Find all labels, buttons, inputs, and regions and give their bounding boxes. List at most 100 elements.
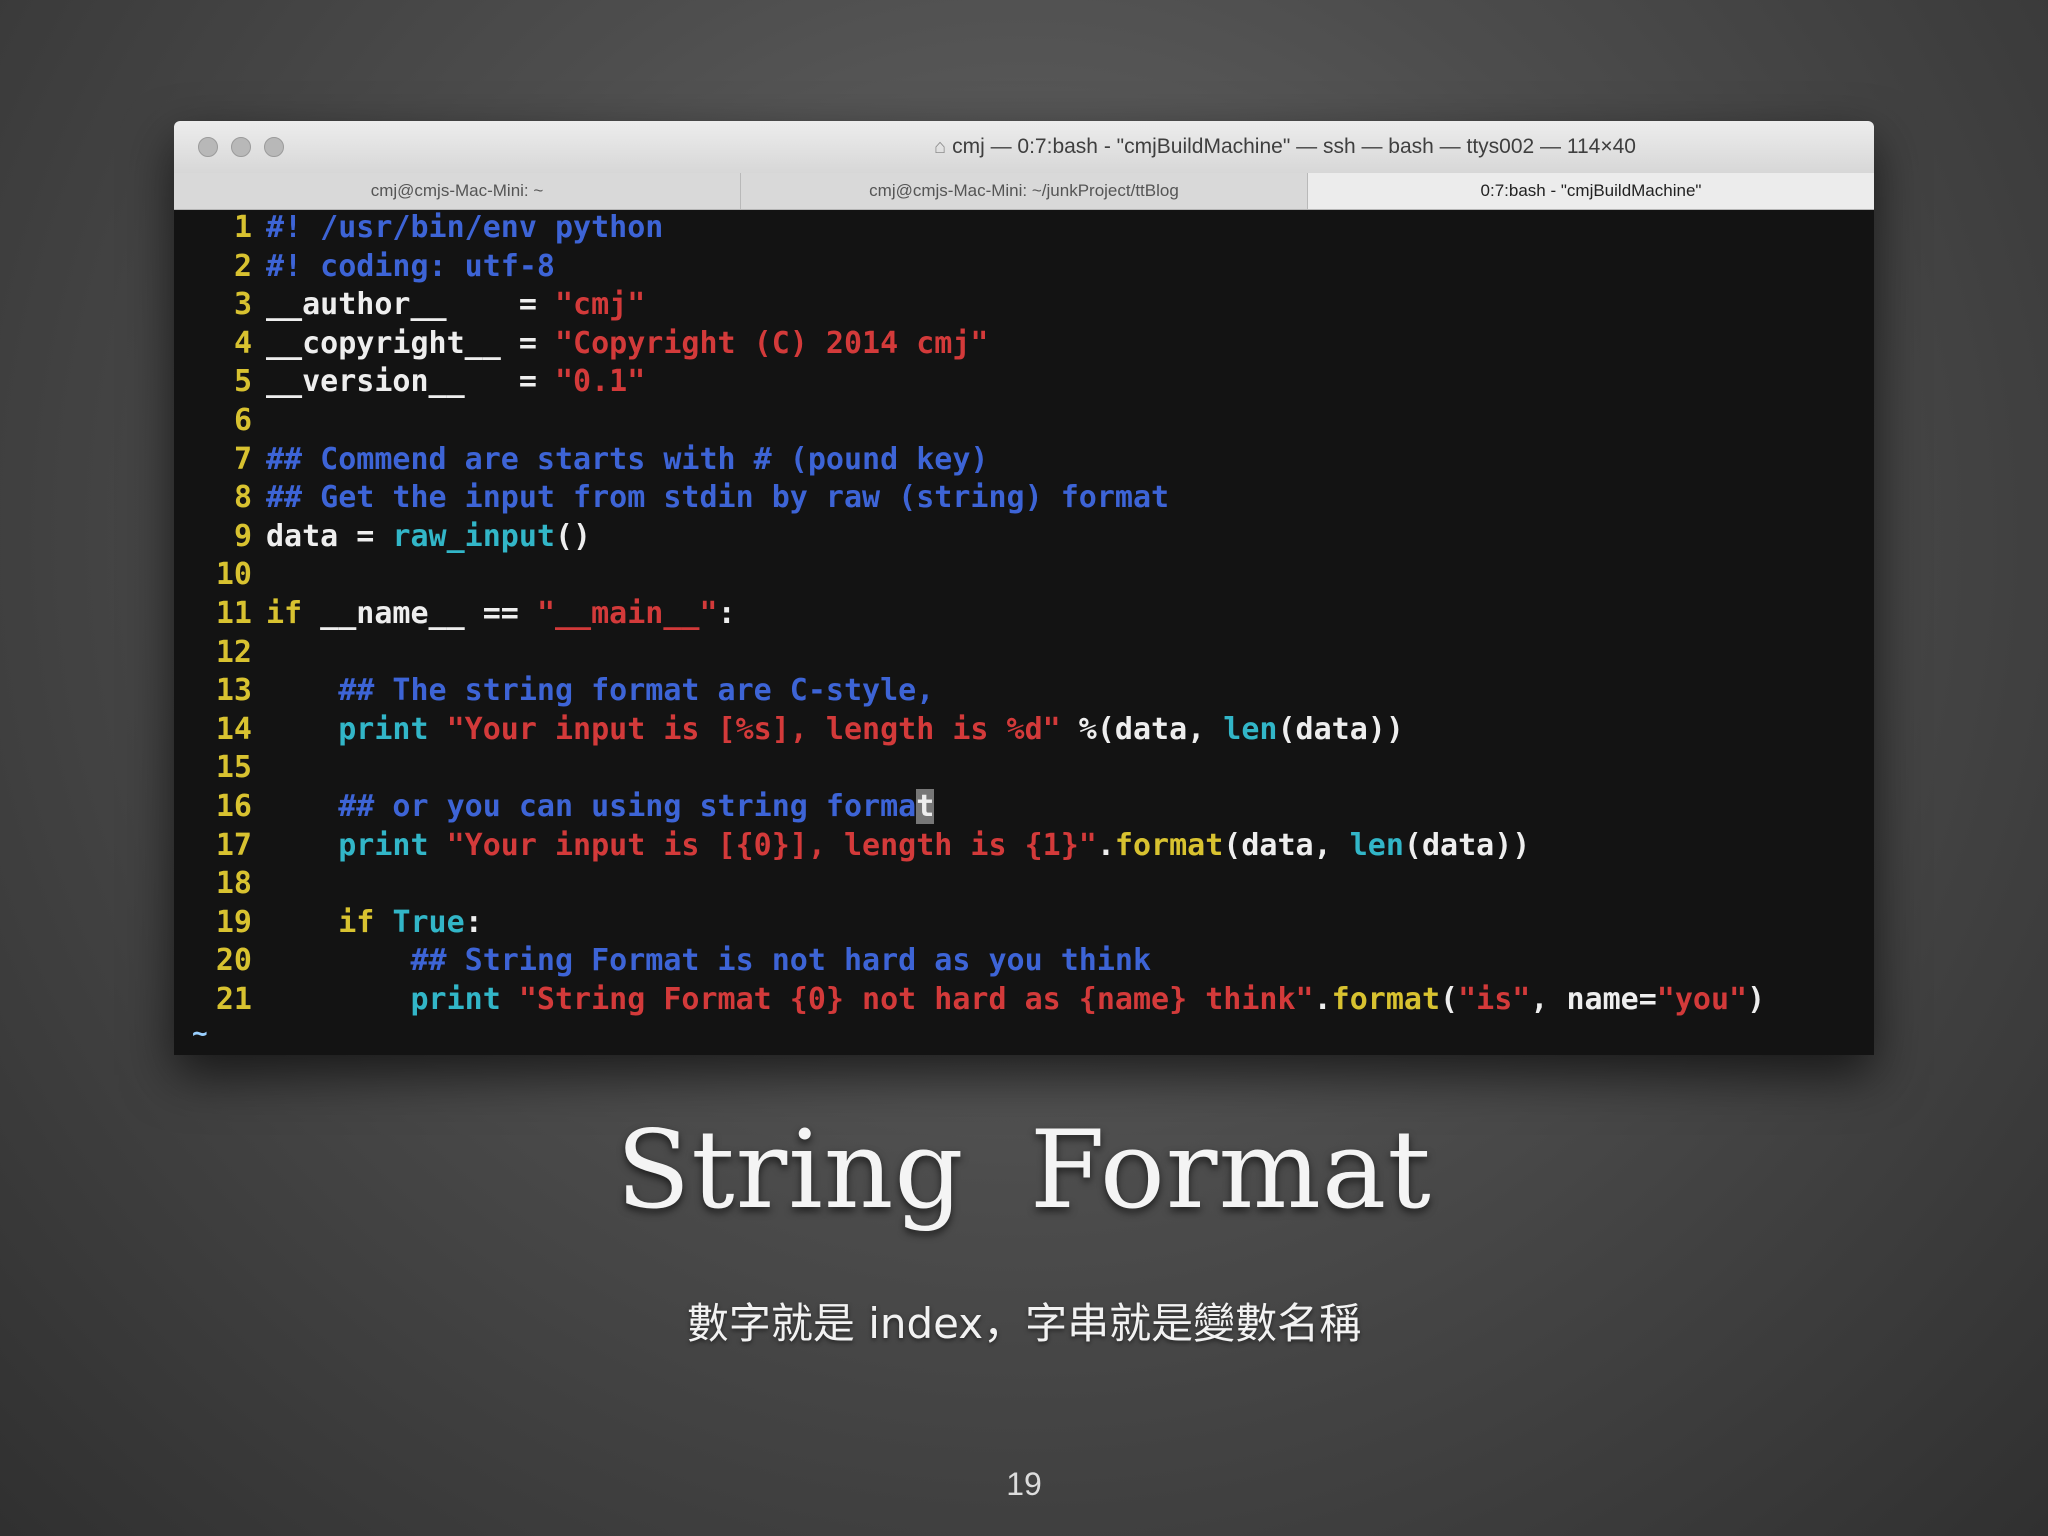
tab-bar: cmj@cmjs-Mac-Mini: ~ cmj@cmjs-Mac-Mini: … [174, 173, 1874, 210]
line-number: 14 [215, 711, 252, 747]
code-token: format [1114, 827, 1224, 863]
window-title: ⌂ cmj — 0:7:bash - "cmjBuildMachine" — ss… [174, 135, 1874, 159]
code-token: "String Format {0} not hard as {name} th… [518, 981, 1314, 1017]
terminal-window: ⌂ cmj — 0:7:bash - "cmjBuildMachine" — ss… [174, 121, 1874, 1055]
code-token: (data, [1223, 827, 1350, 863]
code-token: #! coding: utf-8 [266, 248, 555, 284]
code-line: 13 ## The string format are C-style, [174, 672, 1874, 711]
code-token: ## Commend are starts with # (pound key) [266, 441, 989, 477]
code-line: 2 #! coding: utf-8 [174, 248, 1874, 287]
line-number: 19 [215, 904, 252, 940]
code-token: True [392, 904, 465, 940]
code-token: if [266, 595, 303, 631]
code-line: 18 [174, 865, 1874, 904]
slide-title: String Format [616, 1108, 1432, 1233]
code-line: 1 #! /usr/bin/env python [174, 209, 1874, 248]
code-line: 21 print "String Format {0} not hard as … [174, 981, 1874, 1020]
code-token: ) [1747, 981, 1766, 1017]
code-token: format [1331, 981, 1441, 1017]
line-number: 11 [215, 595, 252, 631]
line-number: 6 [233, 402, 252, 438]
code-token: "__main__" [536, 595, 718, 631]
home-icon: ⌂ [934, 136, 947, 158]
code-token: len [1223, 711, 1278, 747]
code-token: : [717, 595, 736, 631]
code-line: 6 [174, 402, 1874, 441]
code-line: 3 __author__ = "cmj" [174, 286, 1874, 325]
tab-ttblog[interactable]: cmj@cmjs-Mac-Mini: ~/junkProject/ttBlog [741, 173, 1308, 209]
line-number: 1 [233, 210, 252, 245]
code-token: ( [1440, 981, 1459, 1017]
code-token: "Copyright (C) 2014 cmj" [554, 325, 989, 361]
line-number: 21 [215, 981, 252, 1017]
code-token: %(data, [1060, 711, 1224, 747]
code-token: (data)) [1277, 711, 1404, 747]
code-line: 7 ## Commend are starts with # (pound key… [174, 441, 1874, 480]
code-token: data = [266, 518, 393, 554]
slide-subtitle: 數字就是 index，字串就是變數名稱 [686, 1299, 1362, 1348]
line-number: 13 [215, 673, 252, 709]
code-token: "you" [1656, 981, 1748, 1017]
line-number: 3 [233, 287, 252, 323]
code-token: print [338, 827, 429, 863]
code-token: . [1096, 827, 1115, 863]
line-number: 12 [215, 634, 252, 670]
line-number: 9 [233, 518, 252, 554]
code-line: 9 data = raw_input() [174, 518, 1874, 557]
code-line: 17 print "Your input is [{0}], length is… [174, 827, 1874, 866]
code-line: 4 __copyright__ = "Copyright (C) 2014 cmj… [174, 325, 1874, 364]
code-token: "0.1" [554, 364, 646, 400]
code-token: ## or you can using string forma [266, 788, 917, 824]
code-token: "is" [1458, 981, 1531, 1017]
code-token: __name__ == [302, 595, 537, 631]
code-editor[interactable]: 1 #! /usr/bin/env python 2 #! coding: utf-8… [174, 209, 1874, 1055]
code-token: if [338, 904, 375, 940]
line-number: 20 [215, 943, 252, 979]
line-number: 5 [233, 364, 252, 400]
code-token: "cmj" [554, 287, 646, 323]
line-number: 2 [233, 248, 252, 284]
code-line: 11 if __name__ == "__main__": [174, 595, 1874, 634]
code-line: 8 ## Get the input from stdin by raw (str… [174, 479, 1874, 518]
line-number: 15 [215, 750, 252, 786]
line-number: 4 [233, 325, 252, 361]
code-line: 5 __version__ = "0.1" [174, 363, 1874, 402]
code-token: ## String Format is not hard as you thin… [266, 943, 1152, 979]
code-token: __version__ = [266, 364, 555, 400]
code-token: #! /usr/bin/env python [266, 210, 664, 245]
code-line: 15 [174, 749, 1874, 788]
code-line: 19 if True: [174, 904, 1874, 943]
code-token: __copyright__ = [266, 325, 555, 361]
page-number: 19 [1006, 1466, 1042, 1502]
window-title-text: cmj — 0:7:bash - "cmjBuildMachine" — ssh… [952, 135, 1636, 158]
code-token: . [1313, 981, 1332, 1017]
line-number: 10 [215, 557, 252, 593]
code-token: t [916, 788, 935, 824]
tab-build-machine[interactable]: 0:7:bash - "cmjBuildMachine" [1308, 173, 1874, 209]
code-token: raw_input [392, 518, 555, 554]
tab-home[interactable]: cmj@cmjs-Mac-Mini: ~ [174, 173, 741, 209]
line-number: 17 [215, 827, 252, 863]
shell-prompt: ~ [192, 1019, 208, 1049]
code-token: ## Get the input from stdin by raw (stri… [266, 480, 1170, 516]
code-token: __author__ = [266, 287, 555, 323]
code-token: "Your input is [%s], length is %d" [446, 711, 1061, 747]
line-number: 18 [215, 866, 252, 902]
code-line: 16 ## or you can using string format [174, 788, 1874, 827]
code-token: print [410, 981, 501, 1017]
line-number: 16 [215, 788, 252, 824]
code-token: len [1349, 827, 1404, 863]
title-bar[interactable]: ⌂ cmj — 0:7:bash - "cmjBuildMachine" — ss… [174, 121, 1874, 174]
code-line: 12 [174, 634, 1874, 673]
code-token: , name= [1530, 981, 1657, 1017]
code-token: (data)) [1403, 827, 1531, 863]
code-token: () [555, 518, 592, 554]
